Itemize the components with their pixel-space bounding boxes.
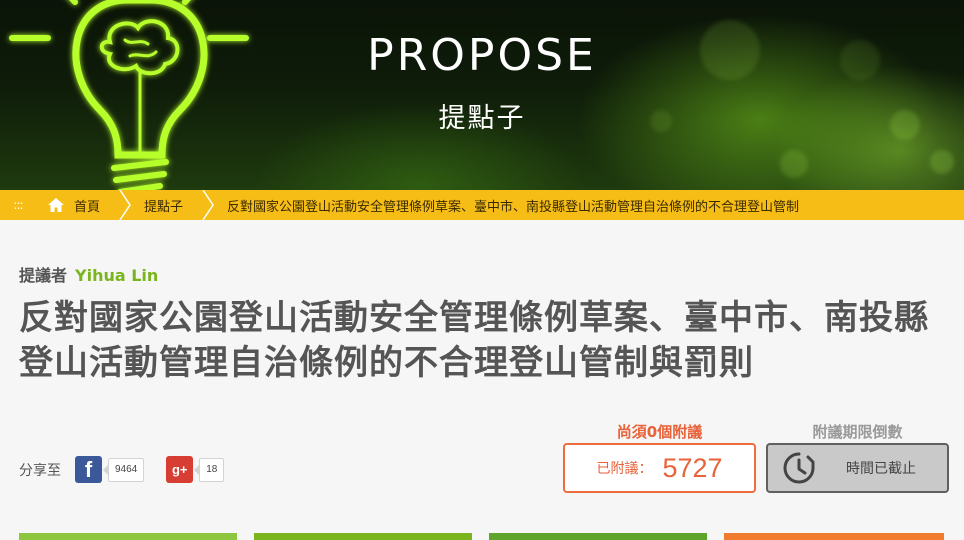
breadcrumb-separator xyxy=(119,190,131,220)
action-tabs-strip xyxy=(0,533,964,540)
home-icon xyxy=(48,198,64,212)
proposer-label: 提議者 xyxy=(19,266,68,285)
google-plus-icon[interactable]: g+ xyxy=(166,456,194,483)
proposer-row: 提議者 Yihua Lin xyxy=(19,262,158,286)
action-tab[interactable] xyxy=(19,533,237,540)
hero-subtitle: 提點子 xyxy=(438,103,526,134)
google-plus-share[interactable]: g+ 18 xyxy=(166,456,225,483)
signed-count-box: 已附議： 5727 xyxy=(563,443,756,493)
action-tab[interactable] xyxy=(724,533,944,540)
proposer-name-link[interactable]: Yihua Lin xyxy=(75,266,158,285)
deadline-countdown-label: 附議期限倒數 xyxy=(812,423,903,441)
action-tab[interactable] xyxy=(254,533,472,540)
bokeh-light xyxy=(780,150,808,178)
share-label: 分享至 xyxy=(19,462,61,479)
breadcrumb: ::: 首頁 提點子 反對國家公園登山活動安全管理條例草案、臺中市、南投縣登山活… xyxy=(0,190,964,220)
breadcrumb-propose-label: 提點子 xyxy=(144,199,184,215)
share-row: 分享至 f 9464 g+ 18 xyxy=(19,456,246,483)
hero-title: PROPOSE xyxy=(367,30,597,81)
breadcrumb-home-label: 首頁 xyxy=(74,199,101,215)
facebook-share[interactable]: f 9464 xyxy=(75,456,145,483)
clock-icon xyxy=(783,452,815,484)
signed-count-label: 已附議： xyxy=(596,461,653,477)
menu-dots-icon[interactable]: ::: xyxy=(0,190,36,220)
breadcrumb-current: 反對國家公園登山活動安全管理條例草案、臺中市、南投縣登山活動管理自治條例的不合理… xyxy=(215,190,817,220)
signatures-needed-label: 尚須0個附議 xyxy=(616,423,703,441)
bokeh-light xyxy=(930,150,954,174)
lightbulb-brain-illustration xyxy=(9,0,249,190)
breadcrumb-current-label: 反對國家公園登山活動安全管理條例草案、臺中市、南投縣登山活動管理自治條例的不合理… xyxy=(227,199,800,215)
breadcrumb-propose[interactable]: 提點子 xyxy=(132,190,201,220)
deadline-status-box: 時間已截止 xyxy=(766,443,949,493)
proposal-title: 反對國家公園登山活動安全管理條例草案、臺中市、南投縣登山活動管理自治條例的不合理… xyxy=(19,298,929,383)
facebook-share-count: 9464 xyxy=(102,457,145,482)
hero-banner: PROPOSE 提點子 xyxy=(0,0,964,190)
deadline-status-text: 時間已截止 xyxy=(846,461,916,477)
breadcrumb-separator xyxy=(202,190,214,220)
action-tab[interactable] xyxy=(489,533,707,540)
breadcrumb-home[interactable]: 首頁 xyxy=(36,190,118,220)
signed-count-value: 5727 xyxy=(662,452,723,483)
facebook-icon[interactable]: f xyxy=(75,456,102,483)
google-plus-share-count: 18 xyxy=(194,457,225,482)
